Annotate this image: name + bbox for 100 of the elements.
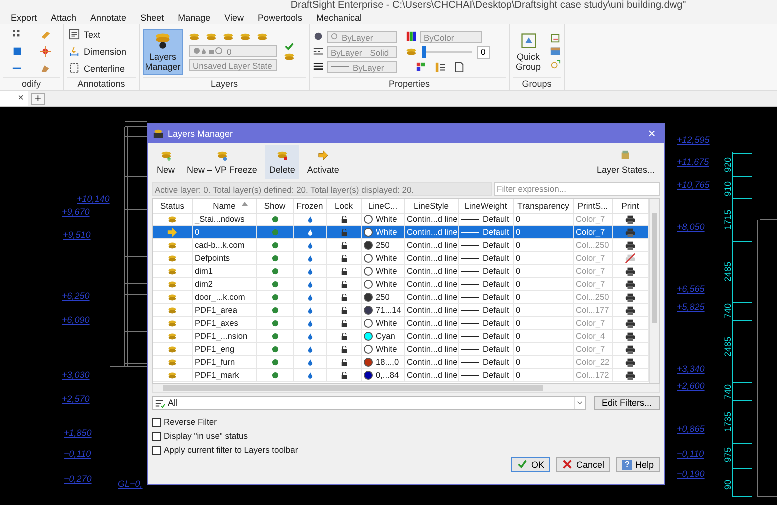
visibility-dot-icon[interactable] <box>272 216 278 222</box>
column-header[interactable]: Status <box>153 199 193 214</box>
ribbon-tab[interactable]: Mechanical <box>316 12 362 22</box>
ribbon-tab[interactable]: View <box>224 12 244 22</box>
unlocked-padlock-icon[interactable] <box>340 346 348 352</box>
color-bars-icon[interactable] <box>406 31 417 42</box>
column-header[interactable]: Show <box>257 199 294 214</box>
column-header[interactable]: PrintS... <box>574 199 613 214</box>
ribbon-tab[interactable]: Powertools <box>258 12 303 22</box>
unlocked-padlock-icon[interactable] <box>340 306 348 314</box>
unlocked-padlock-icon[interactable] <box>340 242 348 248</box>
printer-icon[interactable] <box>625 318 636 328</box>
layer-row[interactable]: PDF1_mark 0,...84 Contin...d line Default 0 Col...172 <box>153 369 649 382</box>
layer-row[interactable]: cad-b...k.com 250 Contin...d line Default 0 Col...250 <box>153 239 649 252</box>
toolbar-button[interactable]: New – VP Freeze <box>183 145 262 179</box>
ribbon-tab[interactable]: Export <box>11 12 38 22</box>
layer-icon[interactable] <box>406 46 417 58</box>
printer-icon[interactable] <box>625 330 636 342</box>
visibility-dot-icon[interactable] <box>272 332 278 340</box>
printer-icon[interactable] <box>625 240 636 250</box>
printer-icon[interactable] <box>625 292 636 302</box>
column-header[interactable]: Frozen <box>294 199 327 214</box>
layer-row[interactable]: dim1 White Contin...d line Default 0 Color_7 <box>153 265 649 278</box>
layer-row[interactable]: door_...k.com 250 Contin...d line Default 0 Col...250 <box>153 291 649 304</box>
unlocked-padlock-icon[interactable] <box>340 268 348 274</box>
printer-icon[interactable] <box>625 304 636 316</box>
unlocked-padlock-icon[interactable] <box>340 320 348 326</box>
color-swatch[interactable] <box>364 292 373 302</box>
color-swatch[interactable] <box>364 332 373 340</box>
list-icon[interactable] <box>435 62 446 72</box>
ribbon-button[interactable]: Text <box>67 28 136 41</box>
column-header[interactable]: LineStyle <box>405 199 459 214</box>
layer-icon[interactable] <box>189 32 200 43</box>
layer-filter-dropdown[interactable]: All <box>152 396 586 410</box>
visibility-dot-icon[interactable] <box>272 306 278 314</box>
column-header[interactable]: LineWeight <box>459 199 514 214</box>
layer-states-button[interactable]: Layer States... <box>592 145 659 179</box>
close-tab-button[interactable]: × <box>0 91 28 106</box>
option-checkbox[interactable]: Reverse Filter <box>152 417 217 427</box>
group-manager-icon[interactable] <box>550 46 561 57</box>
layer-icon[interactable] <box>257 32 268 43</box>
layer-row[interactable]: PDF1_furn 18...,0 Contin...d line Default 0 Color_22 <box>153 356 649 369</box>
color-swatch[interactable] <box>364 370 373 380</box>
layer-row[interactable]: dim2 White Contin...d line Default 0 Color_7 <box>153 278 649 291</box>
ribbon-button[interactable]: Centerline <box>67 62 136 75</box>
visibility-dot-icon[interactable] <box>272 228 278 236</box>
ribbon-tab[interactable]: Manage <box>178 12 211 22</box>
ribbon-tab[interactable]: Sheet <box>140 12 164 22</box>
transparency-slider[interactable] <box>422 46 426 58</box>
layer-row[interactable]: 0 White Contin...d line Default 0 Color_7 <box>153 226 649 239</box>
layer-row[interactable]: PDF1_area 71...14 Contin...d line Default 0 Col...177 <box>153 304 649 317</box>
column-header[interactable]: LineC... <box>362 199 405 214</box>
layer-icon[interactable] <box>206 32 217 43</box>
toolbar-button[interactable]: Activate <box>303 145 344 179</box>
printer-icon[interactable] <box>625 370 636 380</box>
horizontal-scrollbar[interactable] <box>152 384 660 393</box>
option-checkbox[interactable]: Display "in use" status <box>152 431 248 441</box>
layer-icon[interactable] <box>223 32 234 43</box>
column-header[interactable]: Lock <box>327 199 362 214</box>
help-button[interactable]: ? Help <box>616 457 660 472</box>
quick-group-button[interactable]: Quick Group <box>513 28 544 74</box>
visibility-dot-icon[interactable] <box>272 294 278 300</box>
color-swatch[interactable] <box>364 228 373 236</box>
ribbon-button[interactable]: Dimension <box>67 45 136 58</box>
filter-expression-field[interactable]: Filter expression... <box>494 182 660 196</box>
printer-icon[interactable] <box>625 278 636 290</box>
visibility-dot-icon[interactable] <box>272 372 278 378</box>
visibility-dot-icon[interactable] <box>272 280 278 288</box>
unlocked-padlock-icon[interactable] <box>340 372 348 378</box>
transparency-field[interactable]: 0 <box>477 46 490 58</box>
printer-icon[interactable] <box>625 266 636 276</box>
unlocked-padlock-icon[interactable] <box>340 216 348 222</box>
color-swatch[interactable] <box>364 254 373 262</box>
unlocked-padlock-icon[interactable] <box>340 332 348 340</box>
color-swatch[interactable] <box>364 318 373 328</box>
layer-row[interactable]: PDF1_...nsion Cyan Contin...d line Default 0 Color_4 <box>153 330 649 343</box>
visibility-dot-icon[interactable] <box>272 358 278 366</box>
printer-icon[interactable] <box>625 214 636 224</box>
group-edit-icon[interactable] <box>550 33 561 44</box>
visibility-dot-icon[interactable] <box>272 346 278 352</box>
explode-icon[interactable] <box>40 46 52 57</box>
color-swatch[interactable] <box>364 266 373 276</box>
vertical-scrollbar[interactable] <box>649 199 659 383</box>
toolbar-button[interactable]: Delete <box>265 145 300 179</box>
linestyle-icon[interactable] <box>313 46 324 57</box>
layer-row[interactable]: PDF1_eng White Contin...d line Default 0 Color_7 <box>153 343 649 356</box>
lineweight-icon[interactable] <box>313 61 324 72</box>
palette-icon[interactable] <box>416 62 427 72</box>
printer-icon[interactable] <box>625 344 636 354</box>
unlocked-padlock-icon[interactable] <box>340 254 348 262</box>
close-button[interactable]: × <box>640 126 664 141</box>
ribbon-tab[interactable]: Attach <box>51 12 77 22</box>
toolbar-button[interactable]: New <box>153 145 180 179</box>
layer-row[interactable]: PDF1_axes White Contin...d line Default 0 Color_7 <box>153 317 649 330</box>
color-swatch[interactable] <box>364 214 373 224</box>
cancel-button[interactable]: Cancel <box>556 457 610 472</box>
visibility-dot-icon[interactable] <box>272 320 278 326</box>
layer-row[interactable]: Defpoints White Contin...d line Default 0 Color_7 <box>153 252 649 265</box>
layer-icon[interactable] <box>240 32 251 43</box>
layers-manager-button[interactable]: Layers Manager <box>143 28 183 74</box>
